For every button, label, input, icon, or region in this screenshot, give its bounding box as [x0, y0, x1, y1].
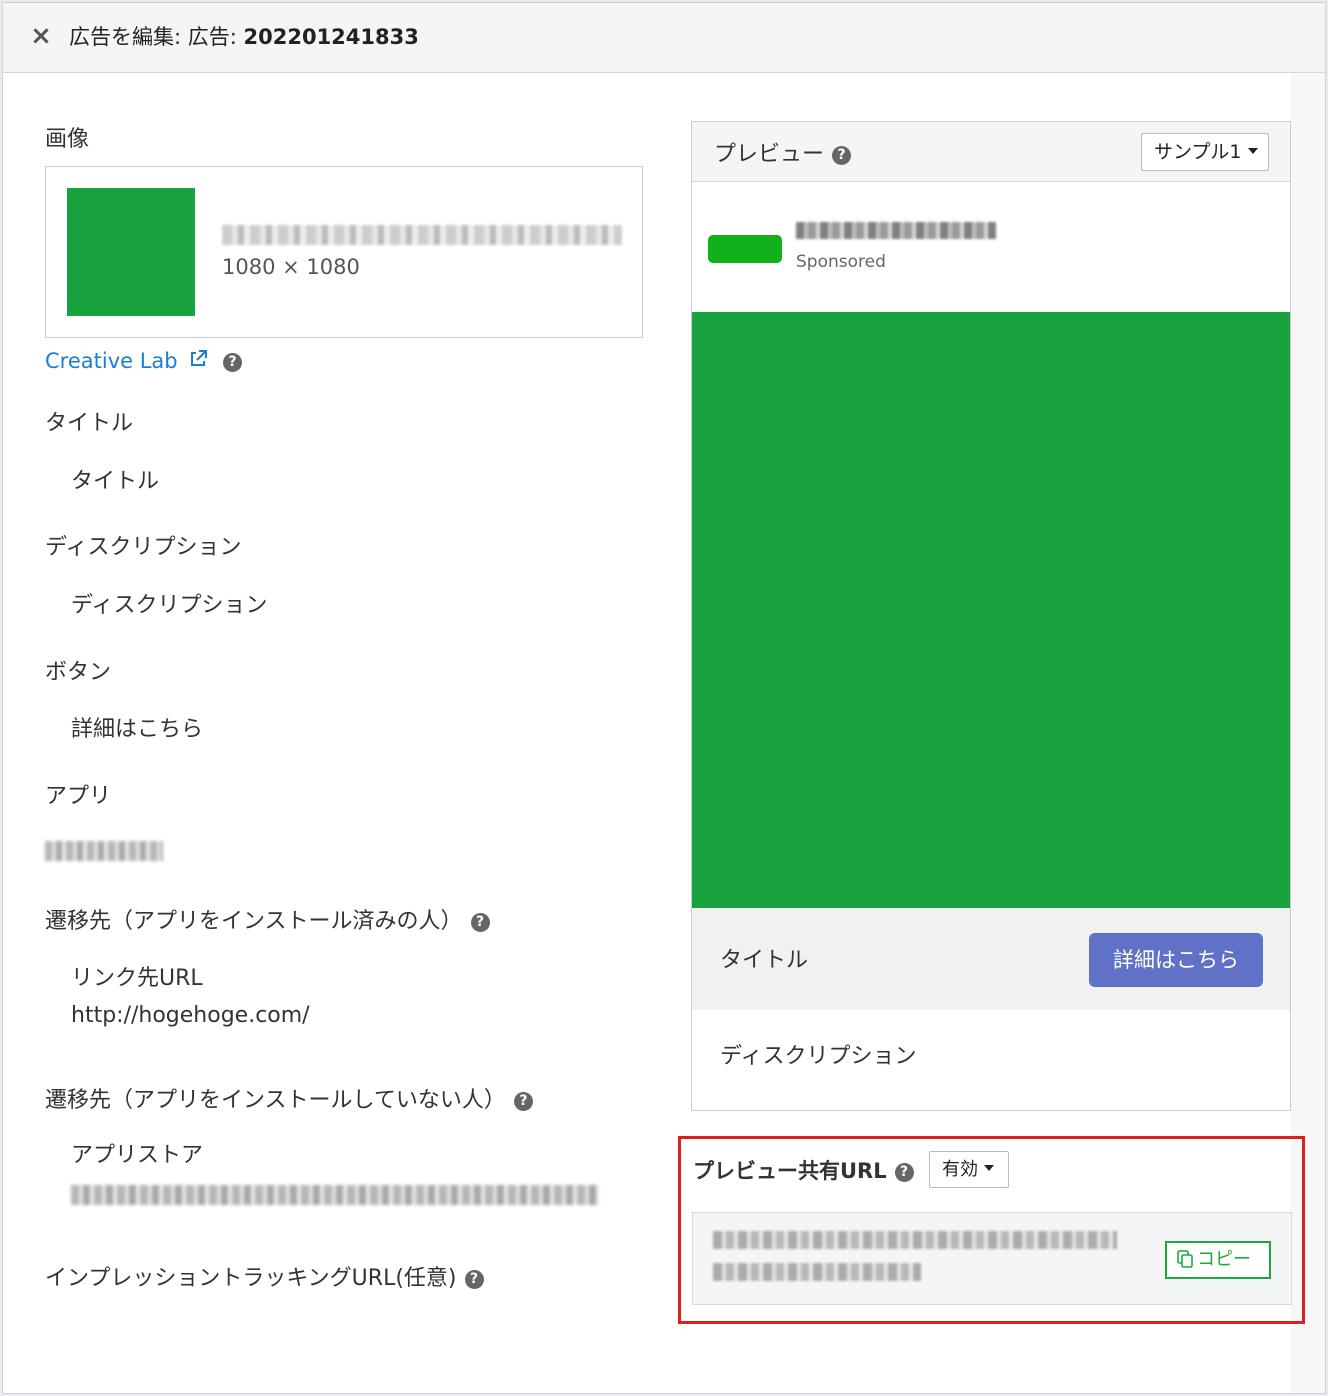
app-store-label: アプリストア [71, 1143, 204, 1168]
help-circle-icon[interactable]: ? [894, 1163, 914, 1182]
preview-title: プレビュー? [714, 136, 852, 168]
link-url-value: http://hogehoge.com/ [71, 1003, 310, 1028]
share-url-label: プレビュー共有URL? [693, 1155, 914, 1185]
destination-not-installed-text: 遷移先（アプリをインストールしていない人） [45, 1088, 506, 1113]
destination-installed-label: 遷移先（アプリをインストール済みの人）? [45, 903, 490, 935]
help-circle-icon[interactable]: ? [470, 913, 490, 932]
share-url-blurred-line2 [713, 1263, 921, 1281]
preview-cta-button[interactable]: 詳細はこちら [1089, 933, 1263, 987]
impression-tracking-label: インプレッショントラッキングURL(任意)? [45, 1260, 484, 1292]
preview-panel: プレビュー? サンプル1 Sponsored タイトル 詳細はこちら ディスクリ… [691, 121, 1291, 1111]
title-label: タイトル [45, 411, 134, 436]
sponsored-label: Sponsored [796, 252, 886, 272]
ad-id: 202201241833 [243, 25, 419, 49]
edit-ad-dialog: × 広告を編集: 広告: 202201241833 画像 1080 × 1080… [2, 2, 1326, 1394]
copy-icon [1177, 1250, 1193, 1268]
button-value: 詳細はこちら [71, 717, 204, 742]
share-status-select[interactable]: 有効 [929, 1151, 1009, 1188]
account-name-blurred [796, 222, 996, 239]
button-label: ボタン [45, 660, 112, 685]
dialog-title: 広告を編集: 広告: 202201241833 [69, 21, 419, 51]
creative-lab-label[interactable]: Creative Lab [45, 349, 178, 373]
description-label: ディスクリプション [45, 535, 242, 560]
destination-not-installed-label: 遷移先（アプリをインストールしていない人）? [45, 1082, 533, 1114]
image-dimensions: 1080 × 1080 [222, 255, 360, 279]
help-circle-icon[interactable]: ? [464, 1270, 484, 1289]
share-url-box: コピー [692, 1212, 1292, 1305]
dialog-header: × 広告を編集: 広告: 202201241833 [3, 3, 1325, 73]
copy-label: コピー [1197, 1249, 1251, 1270]
help-circle-icon[interactable]: ? [223, 353, 242, 372]
preview-title-text: プレビュー [714, 142, 825, 167]
destination-installed-text: 遷移先（アプリをインストール済みの人） [45, 909, 463, 934]
preview-ad-title: タイトル [720, 948, 809, 973]
preview-header: プレビュー? サンプル1 [692, 122, 1290, 182]
image-card: 1080 × 1080 [45, 166, 643, 338]
impression-tracking-text: インプレッショントラッキングURL(任意) [45, 1266, 457, 1291]
help-circle-icon[interactable]: ? [832, 146, 852, 165]
external-link-icon [191, 350, 208, 366]
copy-button[interactable]: コピー [1165, 1241, 1271, 1279]
preview-ad-image [692, 312, 1290, 908]
image-thumbnail [67, 188, 195, 316]
share-url-blurred-line1 [713, 1231, 1117, 1249]
image-label: 画像 [45, 127, 90, 152]
dialog-title-prefix: 広告を編集: 広告: [69, 25, 244, 49]
app-label: アプリ [45, 784, 112, 809]
preview-ad-description: ディスクリプション [720, 1044, 917, 1069]
link-url-label: リンク先URL [71, 966, 203, 991]
close-icon[interactable]: × [29, 23, 53, 49]
image-filename-blurred [222, 225, 622, 245]
title-value: タイトル [71, 469, 160, 494]
chevron-down-icon [1247, 148, 1258, 154]
sample-select-label: サンプル1 [1154, 141, 1242, 163]
preview-title-bar: タイトル 詳細はこちら [692, 908, 1290, 1010]
chevron-down-icon [984, 1165, 994, 1171]
share-status-label: 有効 [942, 1159, 978, 1180]
creative-lab-link[interactable]: Creative Lab ? [45, 349, 242, 373]
description-value: ディスクリプション [71, 593, 268, 618]
app-store-url-blurred [71, 1185, 599, 1205]
app-value-blurred [45, 841, 163, 861]
share-url-label-text: プレビュー共有URL [693, 1159, 887, 1183]
account-icon [708, 235, 782, 263]
help-circle-icon[interactable]: ? [513, 1092, 533, 1111]
sample-select[interactable]: サンプル1 [1141, 133, 1269, 171]
